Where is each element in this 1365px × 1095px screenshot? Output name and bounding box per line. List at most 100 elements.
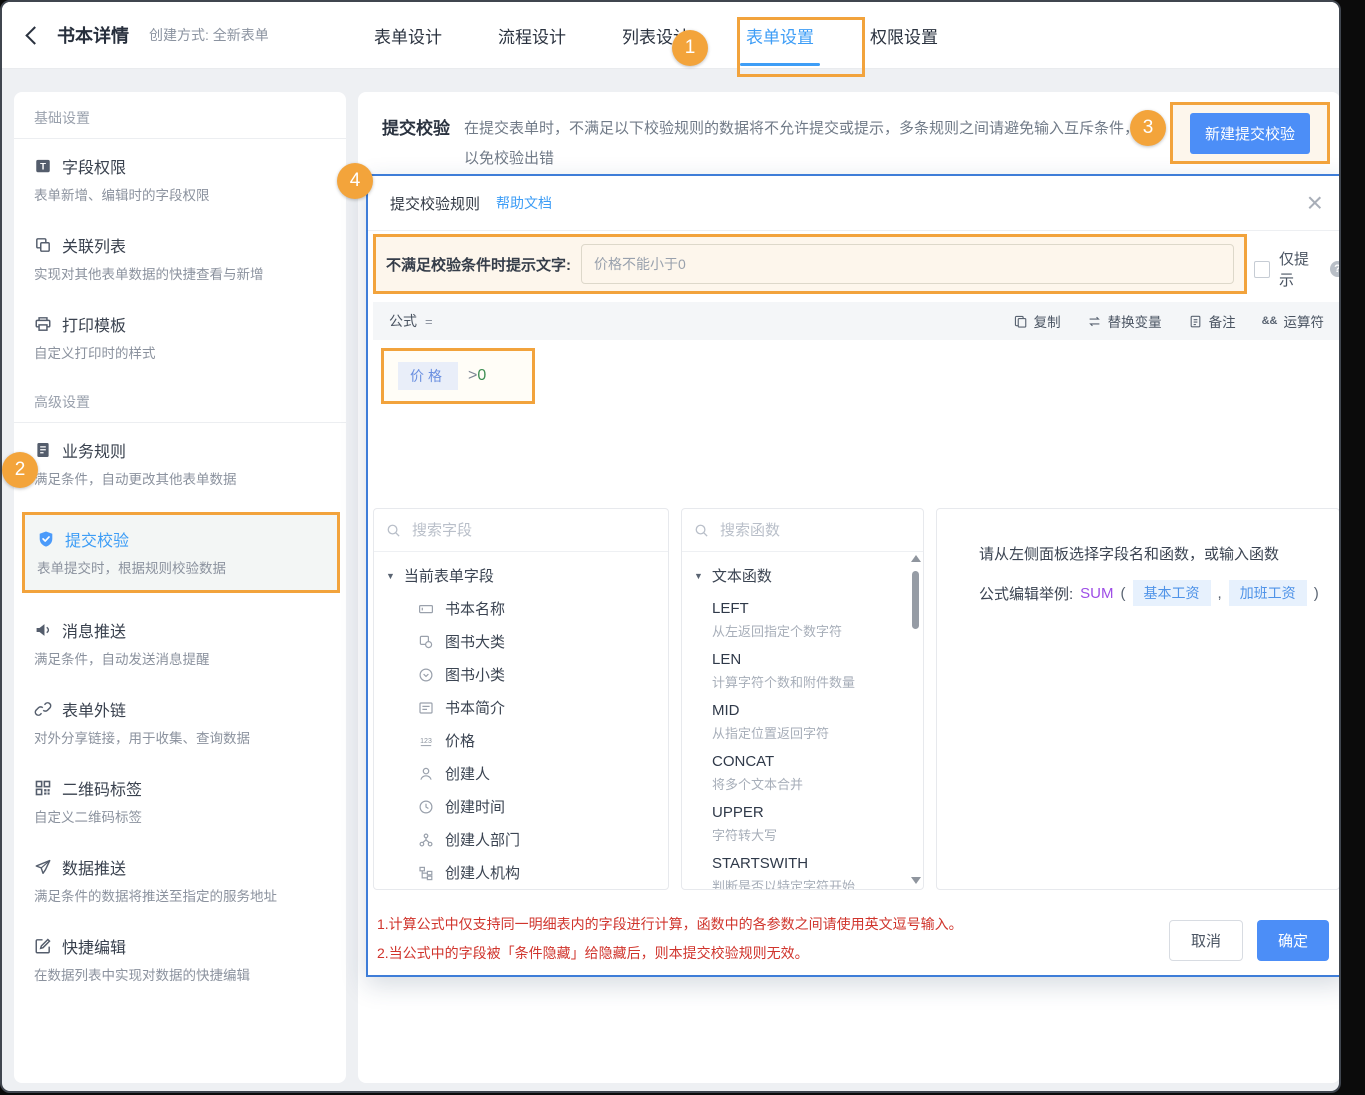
field-search-input[interactable]	[410, 521, 656, 540]
tab-form-design[interactable]: 表单设计	[374, 2, 442, 68]
note-button[interactable]: 备注	[1188, 311, 1236, 331]
operator-label: 运算符	[1284, 311, 1325, 331]
field-item-book-subcategory[interactable]: 图书小类	[374, 658, 668, 691]
function-item-startswith[interactable]: STARTSWITH 判断是否以特定字符开始	[682, 847, 923, 890]
scroll-up-arrow[interactable]	[911, 555, 921, 562]
modal-footer-buttons: 取消 确定	[1169, 920, 1329, 961]
sidebar-item-message-push[interactable]: 消息推送 满足条件，自动发送消息提醒	[14, 603, 346, 682]
prompt-text-label: 不满足校验条件时提示文字:	[386, 254, 571, 275]
function-name: MID	[712, 702, 909, 719]
sidebar-item-label: 业务规则	[62, 438, 126, 462]
field-item-creator-dept[interactable]: 创建人部门	[374, 823, 668, 856]
prompt-text-input[interactable]	[581, 244, 1234, 284]
sidebar-item-form-link[interactable]: 表单外链 对外分享链接，用于收集、查询数据	[14, 682, 346, 761]
field-label: 图书小类	[445, 664, 505, 685]
function-search-row	[682, 509, 923, 552]
app-window: 书本详情 创建方式: 全新表单 表单设计 流程设计 列表设计 表单设置 权限设置…	[0, 0, 1341, 1093]
open-paren: (	[1121, 585, 1126, 602]
sidebar-item-submit-validation[interactable]: 提交校验 表单提交时，根据规则校验数据	[25, 515, 337, 590]
field-item-creator-org[interactable]: 创建人机构	[374, 856, 668, 889]
function-name: STARTSWITH	[712, 855, 909, 872]
example-field-pill[interactable]: 基本工资	[1133, 580, 1211, 606]
member-icon	[418, 766, 434, 782]
operator-button[interactable]: && 运算符	[1262, 311, 1324, 331]
note-line-2: 2.当公式中的字段被「条件隐藏」给隐藏后，则本提交校验规则无效。	[377, 939, 963, 968]
field-item-creator[interactable]: 创建人	[374, 757, 668, 790]
sidebar-item-qr-label[interactable]: 二维码标签 自定义二维码标签	[14, 761, 346, 840]
back-chevron-icon[interactable]	[25, 26, 43, 44]
annotation-box-formula: 价格 > 0	[381, 348, 535, 404]
field-group-toggle[interactable]: 当前表单字段	[374, 552, 668, 592]
only-tip-checkbox[interactable]	[1254, 261, 1270, 278]
function-name: UPPER	[712, 804, 909, 821]
sidebar-section-advanced: 高级设置	[34, 392, 346, 412]
function-item-left[interactable]: LEFT 从左返回指定个数字符	[682, 592, 923, 643]
field-group-label: 当前表单字段	[404, 565, 494, 586]
field-item-book-name[interactable]: 书本名称	[374, 592, 668, 625]
sidebar-item-related-list[interactable]: 关联列表 实现对其他表单数据的快捷查看与新增	[14, 218, 346, 297]
tab-permission-settings[interactable]: 权限设置	[870, 2, 938, 68]
modal-header: 提交校验规则 帮助文档	[368, 176, 1341, 231]
sidebar-item-desc: 表单新增、编辑时的字段权限	[34, 187, 328, 205]
field-pill-price[interactable]: 价格	[398, 362, 458, 390]
svg-text:123: 123	[420, 738, 432, 745]
only-tip-label: 仅提示	[1279, 248, 1321, 290]
function-search-input[interactable]	[718, 521, 921, 540]
field-item-book-intro[interactable]: 书本简介	[374, 691, 668, 724]
validation-rule-modal: 提交校验规则 帮助文档 不满足校验条件时提示文字: 仅提示 公式 =	[366, 174, 1341, 977]
related-list-icon	[34, 236, 52, 254]
help-example: 公式编辑举例: SUM ( 基本工资 , 加班工资 )	[979, 580, 1339, 606]
sidebar-item-data-push[interactable]: 数据推送 满足条件的数据将推送至指定的服务地址	[14, 840, 346, 919]
sidebar-item-label: 提交校验	[65, 527, 129, 551]
svg-text:T: T	[40, 161, 46, 172]
close-icon[interactable]	[1307, 189, 1323, 217]
sidebar-item-business-rule[interactable]: 业务规则 满足条件，自动更改其他表单数据	[14, 423, 346, 502]
only-tip-group: 仅提示	[1254, 248, 1341, 290]
sidebar-item-print-template[interactable]: 打印模板 自定义打印时的样式	[14, 297, 346, 376]
field-item-create-time[interactable]: 创建时间	[374, 790, 668, 823]
function-desc: 字符转大写	[712, 825, 909, 844]
qr-code-icon	[34, 779, 52, 797]
sidebar-item-quick-edit[interactable]: 快捷编辑 在数据列表中实现对数据的快捷编辑	[14, 919, 346, 998]
function-item-mid[interactable]: MID 从指定位置返回字符	[682, 694, 923, 745]
function-item-upper[interactable]: UPPER 字符转大写	[682, 796, 923, 847]
caret-down-icon	[694, 571, 703, 581]
confirm-button[interactable]: 确定	[1257, 920, 1329, 961]
field-item-book-category[interactable]: 图书大类	[374, 625, 668, 658]
function-desc: 计算字符个数和附件数量	[712, 672, 909, 691]
field-item-price[interactable]: 123 价格	[374, 724, 668, 757]
replace-variable-button[interactable]: 替换变量	[1087, 311, 1162, 331]
annotation-box-submit-validation: 提交校验 表单提交时，根据规则校验数据	[22, 512, 340, 593]
function-group-toggle[interactable]: 文本函数	[682, 552, 923, 592]
function-desc: 将多个文本合并	[712, 774, 909, 793]
copy-button[interactable]: 复制	[1013, 311, 1061, 331]
field-label: 书本简介	[445, 697, 505, 718]
tab-form-settings[interactable]: 表单设置	[746, 2, 814, 68]
help-circle-icon[interactable]	[1330, 261, 1341, 277]
scroll-down-arrow[interactable]	[911, 877, 921, 884]
tab-flow-design[interactable]: 流程设计	[498, 2, 566, 68]
sidebar-item-label: 消息推送	[62, 618, 126, 642]
function-name: CONCAT	[712, 753, 909, 770]
sidebar-item-desc: 表单提交时，根据规则校验数据	[37, 560, 327, 578]
step-badge-3: 3	[1130, 110, 1166, 146]
clock-icon	[418, 799, 434, 815]
scroll-thumb[interactable]	[912, 571, 919, 629]
example-field-pill[interactable]: 加班工资	[1229, 580, 1307, 606]
formula-operator: >	[468, 367, 477, 385]
formula-editor[interactable]: 价格 > 0	[373, 340, 1340, 508]
step-badge-2: 2	[2, 452, 38, 488]
example-function: SUM	[1080, 585, 1113, 602]
help-doc-link[interactable]: 帮助文档	[496, 193, 552, 213]
field-label: 创建人机构	[445, 862, 520, 883]
function-item-len[interactable]: LEN 计算字符个数和附件数量	[682, 643, 923, 694]
function-item-concat[interactable]: CONCAT 将多个文本合并	[682, 745, 923, 796]
step-badge-4: 4	[337, 163, 373, 199]
sidebar-item-field-permission[interactable]: T 字段权限 表单新增、编辑时的字段权限	[14, 139, 346, 218]
number-icon: 123	[418, 733, 434, 749]
search-icon	[386, 523, 401, 538]
new-validation-button[interactable]: 新建提交校验	[1190, 113, 1310, 154]
textarea-icon	[418, 700, 434, 716]
cancel-button[interactable]: 取消	[1169, 920, 1243, 961]
note-label: 备注	[1209, 311, 1236, 331]
